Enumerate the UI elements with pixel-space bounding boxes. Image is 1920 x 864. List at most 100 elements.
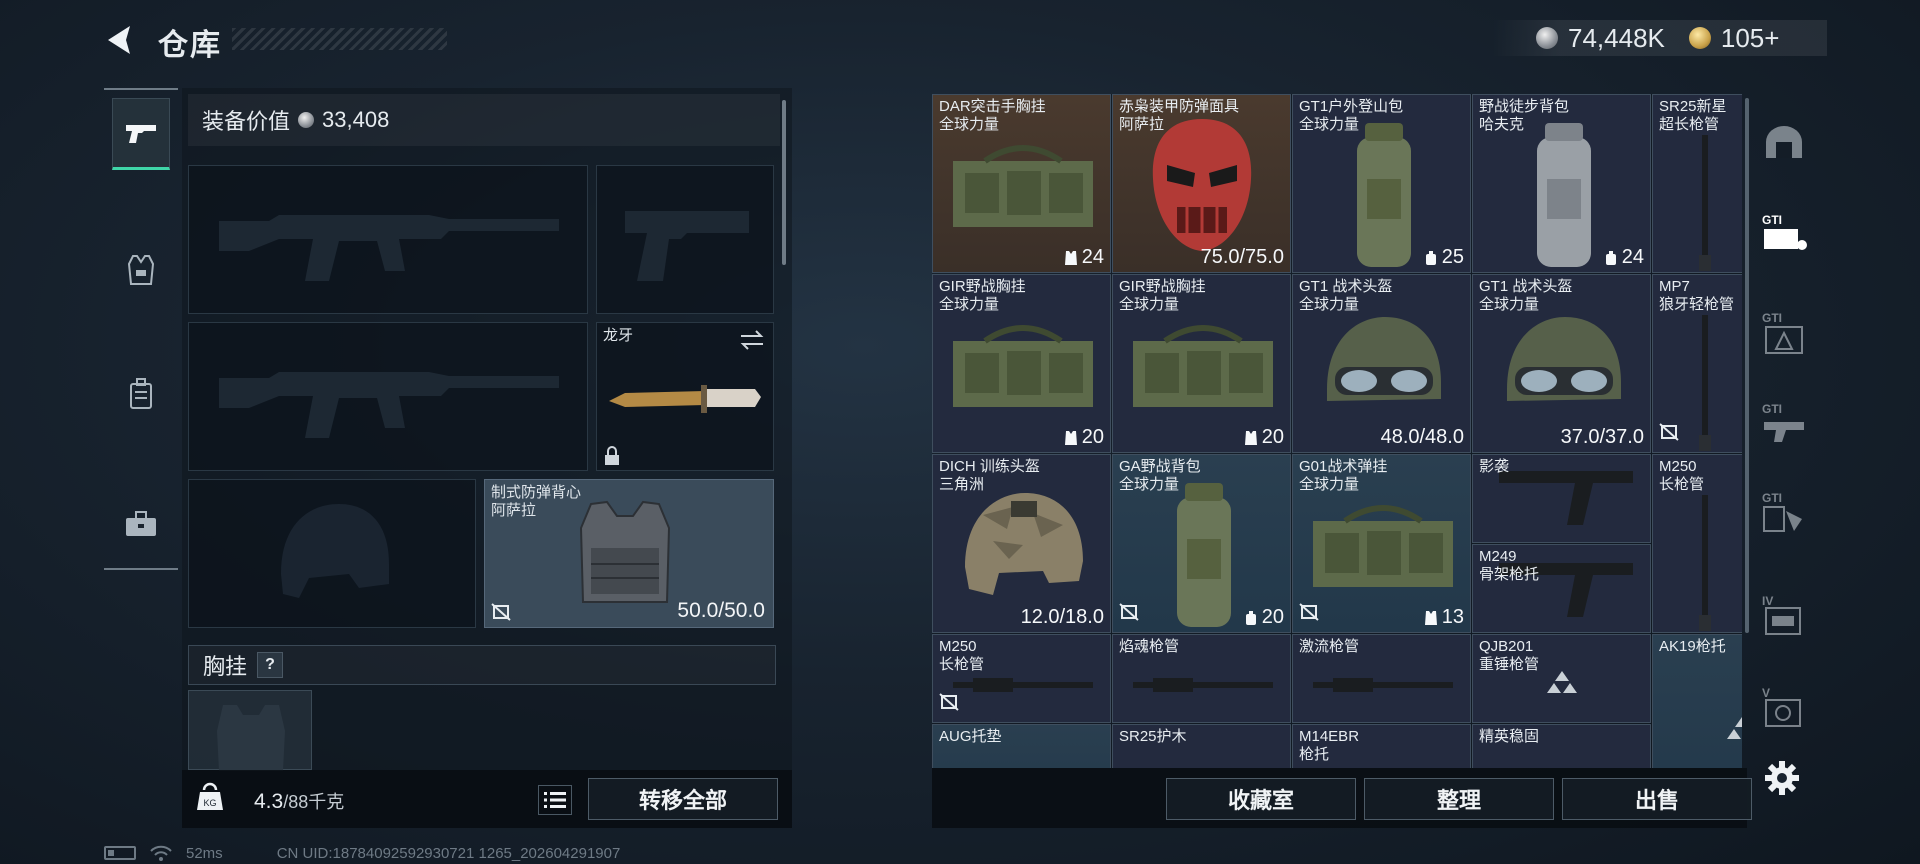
knife-icon bbox=[609, 385, 761, 413]
filter-gti-hand-tab[interactable]: GTI bbox=[1756, 472, 1812, 552]
iv-icon: IV bbox=[1762, 594, 1801, 635]
equip-value-bar: 装备价值 33,408 bbox=[188, 94, 780, 146]
item-name: 赤枭装甲防弹面具 bbox=[1119, 98, 1240, 115]
sort-button[interactable]: 整理 bbox=[1364, 778, 1554, 820]
warehouse-item[interactable]: GT1 战术头盔 全球力量 37.0/37.0 bbox=[1472, 274, 1651, 453]
backpack-capacity-icon bbox=[1425, 250, 1436, 265]
item-quantity-value: 13 bbox=[1441, 606, 1464, 628]
helmet-slot[interactable] bbox=[188, 479, 476, 628]
rarity-triangle-icon bbox=[1725, 715, 1742, 746]
warehouse-item[interactable]: DICH 训练头盔 三角洲 12.0/18.0 bbox=[932, 454, 1111, 633]
warehouse-item[interactable]: DAR突击手胸挂 全球力量 24 bbox=[932, 94, 1111, 273]
warehouse-item[interactable]: GIR野战胸挂 全球力量 20 bbox=[932, 274, 1111, 453]
item-subtitle: 全球力量 bbox=[1299, 296, 1360, 313]
warehouse-item[interactable]: MP7 狼牙轻枪管 bbox=[1652, 274, 1742, 453]
filter-iv-tab[interactable]: IV bbox=[1756, 574, 1812, 654]
category-rail bbox=[104, 88, 178, 570]
secondary-weapon-slot[interactable] bbox=[188, 322, 588, 471]
item-name: QJB201 bbox=[1479, 638, 1534, 655]
transfer-all-button[interactable]: 转移全部 bbox=[588, 778, 778, 820]
svg-text:V: V bbox=[1762, 686, 1770, 700]
help-button[interactable]: ? bbox=[257, 652, 284, 678]
list-view-button[interactable] bbox=[538, 785, 572, 815]
item-quantity: 37.0/37.0 bbox=[1561, 426, 1644, 449]
back-arrow-icon bbox=[108, 26, 130, 54]
warehouse-scrollbar[interactable] bbox=[1745, 98, 1749, 633]
gear-icon bbox=[1765, 761, 1799, 795]
attachment-icon bbox=[1133, 675, 1273, 700]
item-subtitle: 长枪管 bbox=[1659, 476, 1705, 493]
back-button[interactable] bbox=[100, 20, 140, 60]
gti-vest-icon: GTI bbox=[1762, 311, 1803, 354]
warehouse-item[interactable]: GT1 战术头盔 全球力量 48.0/48.0 bbox=[1292, 274, 1471, 453]
pistol-slot[interactable] bbox=[596, 165, 774, 314]
warehouse-item[interactable]: M14EBR 枪托 bbox=[1292, 724, 1471, 768]
item-subtitle: 全球力量 bbox=[1299, 116, 1360, 133]
warehouse-item[interactable]: AUG托垫 bbox=[932, 724, 1111, 768]
item-quantity-value: 20 bbox=[1261, 426, 1284, 448]
item-name: 精英稳固 bbox=[1479, 728, 1540, 745]
warehouse-item[interactable]: 精英稳固 bbox=[1472, 724, 1651, 768]
unlinked-icon bbox=[939, 693, 959, 716]
category-backpack-tab[interactable] bbox=[112, 358, 170, 430]
swap-icon[interactable] bbox=[739, 329, 765, 351]
warehouse-item[interactable]: 赤枭装甲防弹面具 阿萨拉 75.0/75.0 bbox=[1112, 94, 1291, 273]
warehouse-item[interactable]: SR25护木 bbox=[1112, 724, 1291, 768]
sell-button[interactable]: 出售 bbox=[1562, 778, 1752, 820]
gti-bag-icon: GTI bbox=[1762, 213, 1807, 250]
warehouse-item[interactable]: GIR野战胸挂 全球力量 20 bbox=[1112, 274, 1291, 453]
filter-gti-vest-tab[interactable]: GTI bbox=[1756, 292, 1812, 372]
armor-slot[interactable]: 制式防弹背心 阿萨拉 50.0/50.0 bbox=[484, 479, 774, 628]
lock-icon bbox=[605, 446, 619, 465]
warehouse-item[interactable]: AK19枪托 bbox=[1652, 634, 1742, 768]
item-name: DAR突击手胸挂 bbox=[939, 98, 1046, 115]
filter-gti-bag-tab[interactable]: GTI bbox=[1756, 192, 1812, 272]
item-name: MP7 bbox=[1659, 278, 1690, 295]
warehouse-item[interactable]: G01战术弹挂 全球力量 13 bbox=[1292, 454, 1471, 633]
item-subtitle: 哈夫克 bbox=[1479, 116, 1525, 133]
primary-weapon-slot[interactable] bbox=[188, 165, 588, 314]
warehouse-item[interactable]: SR25新星 超长枪管 bbox=[1652, 94, 1742, 273]
backpack-capacity-icon bbox=[1245, 610, 1256, 625]
item-name: M250 bbox=[1659, 458, 1697, 475]
warehouse-item[interactable]: M249 骨架枪托 bbox=[1472, 544, 1651, 633]
warehouse-item[interactable]: 焰魂枪管 bbox=[1112, 634, 1291, 723]
silver-coin-icon bbox=[298, 112, 315, 128]
filter-helmet-tab[interactable] bbox=[1756, 102, 1812, 182]
vest-icon bbox=[127, 255, 155, 285]
chest-rig-slot[interactable] bbox=[188, 690, 312, 771]
item-quantity-value: 20 bbox=[1081, 426, 1104, 448]
item-name: M14EBR bbox=[1299, 728, 1360, 745]
item-name: GT1 战术头盔 bbox=[1299, 278, 1393, 295]
collection-room-button[interactable]: 收藏室 bbox=[1166, 778, 1356, 820]
unlinked-icon bbox=[491, 603, 511, 621]
warehouse-item[interactable]: GA野战背包 全球力量 20 bbox=[1112, 454, 1291, 633]
item-subtitle: 全球力量 bbox=[1119, 296, 1180, 313]
pistol-icon bbox=[126, 125, 156, 143]
filter-gti-gun-tab[interactable]: GTI bbox=[1756, 382, 1812, 462]
unlinked-icon bbox=[1299, 603, 1319, 626]
warehouse-item[interactable]: QJB201 重锤枪管 bbox=[1472, 634, 1651, 723]
settings-button[interactable] bbox=[1764, 760, 1800, 796]
item-quantity-value: 24 bbox=[1081, 246, 1104, 268]
warehouse-item[interactable]: GT1户外登山包 全球力量 25 bbox=[1292, 94, 1471, 273]
warehouse-item[interactable]: 影袭 bbox=[1472, 454, 1651, 543]
loadout-scrollbar[interactable] bbox=[782, 100, 786, 265]
warehouse-item[interactable]: 野战徒步背包 哈夫克 24 bbox=[1472, 94, 1651, 273]
melee-slot[interactable]: 龙牙 bbox=[596, 322, 774, 471]
warehouse-item[interactable]: 激流枪管 bbox=[1292, 634, 1471, 723]
warehouse-item[interactable]: M250 长枪管 bbox=[1652, 454, 1742, 633]
item-subtitle: 阿萨拉 bbox=[1119, 116, 1165, 133]
warehouse-item[interactable]: M250 长枪管 bbox=[932, 634, 1111, 723]
item-subtitle: 全球力量 bbox=[939, 296, 1000, 313]
svg-text:KG: KG bbox=[203, 798, 216, 808]
category-toolbox-tab[interactable] bbox=[112, 488, 170, 560]
svg-text:GTI: GTI bbox=[1762, 213, 1782, 227]
melee-name: 龙牙 bbox=[603, 327, 634, 344]
item-subtitle: 全球力量 bbox=[939, 116, 1000, 133]
item-quantity-value: 12.0/18.0 bbox=[1020, 606, 1104, 628]
weight-icon: KG bbox=[195, 782, 225, 812]
category-vest-tab[interactable] bbox=[112, 234, 170, 306]
filter-v-tab[interactable]: V bbox=[1756, 666, 1812, 746]
category-weapon-tab[interactable] bbox=[112, 98, 170, 170]
